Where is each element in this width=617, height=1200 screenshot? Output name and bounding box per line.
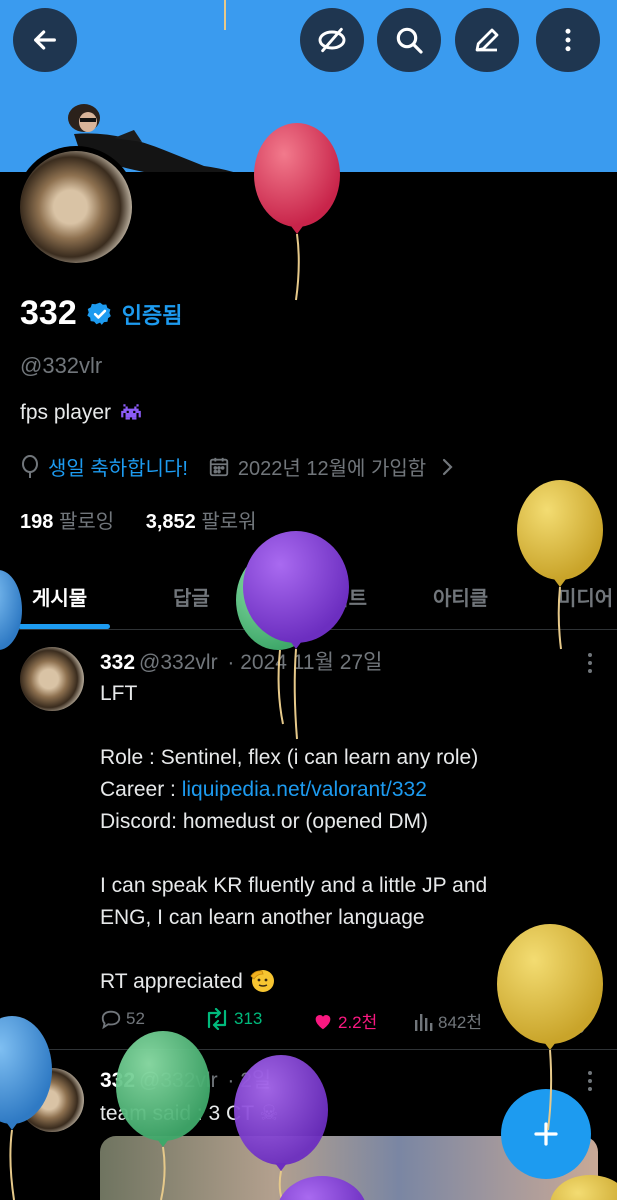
balloon-icon bbox=[22, 454, 38, 478]
following-count: 198 bbox=[20, 511, 54, 533]
post-line: team said : 3 CT bbox=[100, 1102, 254, 1125]
repost-icon bbox=[207, 1008, 227, 1030]
post-line: Role : Sentinel, flex (i can learn any r… bbox=[100, 746, 479, 769]
profile-name: 332 bbox=[20, 294, 77, 332]
career-label: Career : bbox=[100, 778, 182, 801]
followers-count: 3,852 bbox=[145, 511, 196, 533]
arrow-left-icon bbox=[34, 30, 56, 50]
post-line bbox=[100, 710, 600, 742]
rt-text: RT appreciated bbox=[100, 970, 243, 993]
post-more-icon[interactable] bbox=[587, 1070, 593, 1092]
tab-replies[interactable]: 답글 bbox=[173, 582, 210, 611]
tab-media[interactable]: 미디어 bbox=[558, 582, 613, 611]
like-button[interactable]: 2.2천 bbox=[312, 1008, 377, 1033]
share-icon[interactable] bbox=[562, 1010, 586, 1034]
repost-button[interactable]: 313 bbox=[204, 1008, 262, 1030]
birthday-link[interactable]: 생일 축하합니다! bbox=[48, 452, 188, 481]
profile-handle: @332vlr bbox=[20, 353, 103, 378]
post-line: Discord: homedust or (opened DM) bbox=[100, 810, 428, 833]
followers-label: 팔로워 bbox=[201, 511, 257, 533]
reply-icon bbox=[101, 1010, 121, 1030]
more-button[interactable] bbox=[536, 8, 600, 72]
pencil-icon bbox=[475, 28, 499, 52]
views-button[interactable]: 842천 bbox=[414, 1008, 482, 1033]
mute-button[interactable] bbox=[300, 8, 364, 72]
post-actions: 52 313 2.2천 842천 bbox=[100, 1008, 600, 1038]
search-icon bbox=[396, 27, 423, 54]
more-vertical-icon bbox=[565, 28, 571, 52]
verified-label[interactable]: 인증됨 bbox=[122, 298, 183, 330]
active-tab-indicator bbox=[18, 624, 110, 629]
following-label: 팔로잉 bbox=[58, 511, 115, 533]
post-author-handle[interactable]: @332vlr bbox=[139, 651, 218, 674]
following-link[interactable]: 198 팔로잉 bbox=[20, 511, 114, 533]
post-author-name[interactable]: 332 bbox=[100, 1069, 135, 1092]
tab-highlights[interactable]: 하이라이트 bbox=[275, 582, 367, 611]
bio-text: fps player bbox=[20, 401, 112, 424]
repost-count: 313 bbox=[234, 1009, 263, 1028]
edit-button[interactable] bbox=[455, 8, 519, 72]
profile-bio: fps player bbox=[20, 401, 143, 425]
post-date: · 2024 11월 27일 bbox=[227, 651, 383, 674]
reply-count: 52 bbox=[126, 1009, 145, 1028]
plus-icon bbox=[534, 1122, 558, 1146]
verified-badge-icon[interactable] bbox=[87, 301, 113, 327]
compose-button[interactable] bbox=[501, 1089, 591, 1179]
follow-stats: 198 팔로잉 3,852 팔로워 bbox=[20, 505, 257, 534]
profile-name-row: 332 인증됨 bbox=[20, 294, 182, 333]
view-count: 842천 bbox=[438, 1013, 483, 1032]
post-line: I can speak KR fluently and a little JP … bbox=[100, 874, 488, 897]
heart-icon bbox=[315, 1014, 331, 1029]
post-line: ENG, I can learn another language bbox=[100, 906, 425, 929]
post-date: · 2일 bbox=[227, 1069, 272, 1092]
post-more-icon[interactable] bbox=[587, 652, 593, 674]
analytics-icon bbox=[415, 1013, 433, 1031]
profile-tabs: 게시물 답글 하이라이트 아티클 미디어 bbox=[0, 568, 617, 630]
career-link[interactable]: liquipedia.net/valorant/332 bbox=[182, 778, 427, 801]
calendar-icon bbox=[209, 457, 229, 476]
post-header: 332 @332vlr · 2일 bbox=[100, 1064, 271, 1094]
bookmark-icon[interactable] bbox=[520, 1010, 538, 1034]
post-avatar[interactable] bbox=[20, 647, 84, 711]
post-author-name[interactable]: 332 bbox=[100, 651, 135, 674]
reply-button[interactable]: 52 bbox=[100, 1008, 145, 1030]
like-count: 2.2천 bbox=[338, 1013, 378, 1032]
post-line-career: Career : liquipedia.net/valorant/332 bbox=[100, 774, 600, 806]
tab-articles[interactable]: 아티클 bbox=[433, 582, 488, 611]
post-header: 332 @332vlr · 2024 11월 27일 bbox=[100, 646, 382, 676]
tab-posts[interactable]: 게시물 bbox=[32, 582, 87, 611]
skull-crossbones-emoji-icon: ☠ bbox=[259, 1102, 279, 1125]
post-line-rt: RT appreciated bbox=[100, 966, 600, 998]
post[interactable]: 332 @332vlr · 2024 11월 27일 LFT Role : Sen… bbox=[0, 632, 617, 1050]
followers-link[interactable]: 3,852 팔로워 bbox=[146, 511, 257, 533]
post-line bbox=[100, 934, 600, 966]
joined-date: 2022년 12월에 가입함 bbox=[237, 458, 427, 480]
profile-meta: 생일 축하합니다! 2022년 12월에 가입함 bbox=[20, 452, 454, 481]
post-line: LFT bbox=[100, 682, 138, 705]
eye-off-icon bbox=[318, 27, 346, 53]
space-invader-icon bbox=[121, 404, 141, 420]
chevron-right-icon[interactable] bbox=[440, 457, 454, 477]
post-line bbox=[100, 838, 600, 870]
search-button[interactable] bbox=[377, 8, 441, 72]
back-button[interactable] bbox=[13, 8, 77, 72]
post-text: LFT Role : Sentinel, flex (i can learn a… bbox=[100, 678, 600, 998]
post-avatar[interactable] bbox=[20, 1068, 84, 1132]
post-author-handle[interactable]: @332vlr bbox=[139, 1069, 218, 1092]
saluting-face-emoji-icon bbox=[250, 970, 274, 992]
profile-avatar[interactable] bbox=[15, 146, 137, 268]
